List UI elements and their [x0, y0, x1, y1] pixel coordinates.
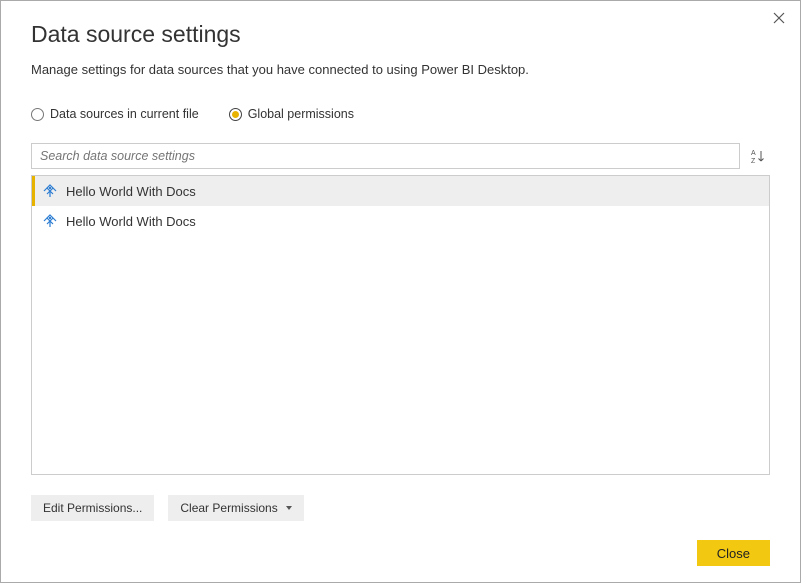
data-source-name: Hello World With Docs	[66, 184, 196, 199]
edit-permissions-button[interactable]: Edit Permissions...	[31, 495, 154, 521]
data-source-icon	[42, 213, 58, 229]
page-subtitle: Manage settings for data sources that yo…	[31, 62, 770, 77]
data-source-list: Hello World With Docs Hello World With D…	[31, 175, 770, 475]
data-source-name: Hello World With Docs	[66, 214, 196, 229]
search-input[interactable]	[31, 143, 740, 169]
page-title: Data source settings	[31, 21, 770, 48]
sort-button[interactable]: A Z	[748, 143, 770, 169]
radio-label: Data sources in current file	[50, 107, 199, 121]
clear-permissions-button[interactable]: Clear Permissions	[168, 495, 303, 521]
close-icon[interactable]	[768, 7, 790, 29]
data-source-item[interactable]: Hello World With Docs	[32, 176, 769, 206]
radio-label: Global permissions	[248, 107, 354, 121]
data-source-icon	[42, 183, 58, 199]
data-source-item[interactable]: Hello World With Docs	[32, 206, 769, 236]
close-button[interactable]: Close	[697, 540, 770, 566]
scope-radio-group: Data sources in current file Global perm…	[31, 107, 770, 121]
svg-text:A: A	[751, 150, 756, 157]
radio-circle-icon	[229, 108, 242, 121]
radio-circle-icon	[31, 108, 44, 121]
radio-global-permissions[interactable]: Global permissions	[229, 107, 354, 121]
radio-current-file[interactable]: Data sources in current file	[31, 107, 199, 121]
svg-text:Z: Z	[751, 158, 756, 164]
